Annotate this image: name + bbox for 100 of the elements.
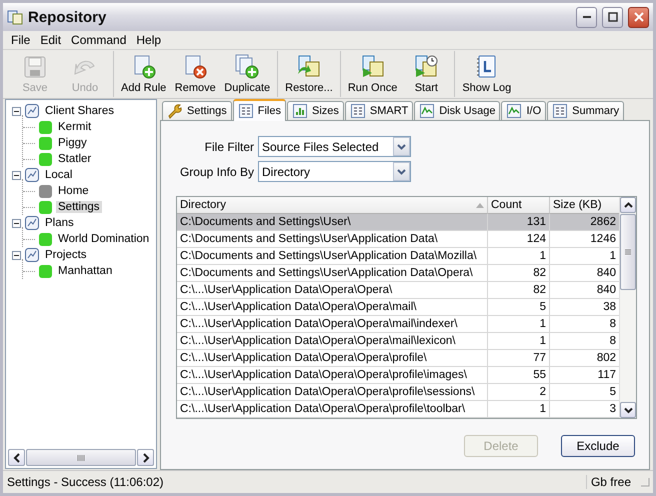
tree-item[interactable]: Settings: [56, 201, 102, 213]
menu-item[interactable]: Help: [131, 32, 166, 48]
maximize-icon: [608, 12, 618, 22]
tree-item[interactable]: World Domination: [56, 233, 152, 245]
table-row[interactable]: C:\...\User\Application Data\Opera\Opera\profile\sessions\ 2 5: [177, 384, 619, 401]
documents-run-icon: [360, 54, 386, 80]
table-row[interactable]: C:\...\User\Application Data\Opera\Opera\mail\lexicon\ 1 8: [177, 333, 619, 350]
table-cell: C:\...\User\Application Data\Opera\Opera\mail\indexer\: [177, 316, 488, 333]
table-cell: 124: [488, 231, 550, 248]
line-chart-icon: [506, 103, 522, 119]
table-cell: 5: [488, 299, 550, 316]
menu-item[interactable]: Edit: [35, 32, 66, 48]
wrench-icon: [167, 103, 183, 119]
status-message: Settings - Success (11:06:02): [7, 475, 165, 489]
table-cell: 2: [488, 384, 550, 401]
close-button[interactable]: [628, 6, 649, 28]
documents-add-icon: [234, 54, 260, 80]
table-cell: C:\Documents and Settings\User\Application Data\Opera\: [177, 265, 488, 282]
table-row[interactable]: C:\...\User\Application Data\Opera\Opera\mail\ 5 38: [177, 299, 619, 316]
tree-item[interactable]: Projects: [43, 249, 89, 261]
table-row[interactable]: C:\...\User\Application Data\Opera\Opera\ 82 840: [177, 282, 619, 299]
table-row[interactable]: C:\Documents and Settings\User\Application Data\Opera\ 82 840: [177, 265, 619, 282]
tree-item[interactable]: Plans: [43, 217, 76, 229]
table-cell: 1: [488, 401, 550, 418]
table-row[interactable]: C:\Documents and Settings\User\Application Data\Mozilla\ 1 1: [177, 248, 619, 265]
tree-item[interactable]: Local: [43, 169, 74, 181]
tab[interactable]: Files: [232, 99, 286, 121]
toolbar-button[interactable]: Remove: [170, 51, 220, 97]
group-icon: [25, 248, 39, 262]
scroll-up-icon: [624, 202, 632, 208]
tree-item[interactable]: Statler: [56, 153, 94, 165]
tree-item[interactable]: Manhattan: [56, 265, 114, 277]
table-row[interactable]: C:\...\User\Application Data\Opera\Opera\profile\images\ 55 117: [177, 367, 619, 384]
tree-item[interactable]: Client Shares: [43, 105, 116, 117]
resize-grip-icon: [639, 476, 651, 488]
minimize-button[interactable]: [576, 6, 597, 28]
table-cell: C:\...\User\Application Data\Opera\Opera\: [177, 282, 488, 299]
table-cell: C:\...\User\Application Data\Opera\Opera\profile\toolbar\: [177, 401, 488, 418]
column-header[interactable]: Size (KB): [550, 197, 620, 214]
group-icon: [25, 104, 39, 118]
table-row[interactable]: C:\...\User\Application Data\Opera\Opera\profile\toolbar\ 1 3: [177, 401, 619, 418]
maximize-button[interactable]: [602, 6, 623, 28]
list-icon: [238, 103, 254, 119]
tree-item[interactable]: Kermit: [56, 121, 94, 133]
tree-item[interactable]: Piggy: [56, 137, 89, 149]
tab[interactable]: Disk Usage: [414, 101, 500, 120]
vertical-scrollbar[interactable]: [619, 197, 636, 418]
table-cell: C:\...\User\Application Data\Opera\Opera\profile\images\: [177, 367, 488, 384]
action-button[interactable]: Exclude: [561, 435, 635, 457]
table-cell: 1: [488, 248, 550, 265]
table-row[interactable]: C:\...\User\Application Data\Opera\Opera\mail\indexer\ 1 8: [177, 316, 619, 333]
scroll-right-icon: [142, 452, 150, 462]
toolbar-button[interactable]: Show Log: [458, 51, 516, 97]
field-label: File Filter: [204, 140, 254, 154]
list-icon: [552, 103, 568, 119]
toolbar-button[interactable]: Restore...: [281, 51, 337, 97]
tab[interactable]: SMART: [344, 101, 414, 120]
tab[interactable]: Sizes: [286, 101, 344, 120]
minimize-icon: [582, 16, 590, 18]
table-row[interactable]: C:\Documents and Settings\User\Application Data\ 124 1246: [177, 231, 619, 248]
bar-chart-icon: [292, 103, 308, 119]
column-header[interactable]: Directory: [177, 197, 488, 214]
grip-icon: [624, 249, 632, 255]
toolbar-button[interactable]: Start: [401, 51, 452, 97]
tree-item[interactable]: Home: [56, 185, 91, 197]
dropdown[interactable]: Source Files Selected: [258, 136, 411, 157]
table-row[interactable]: C:\Documents and Settings\User\ 131 2862: [177, 214, 619, 231]
disk-free-text: Gb free: [586, 475, 635, 489]
app-icon: [7, 9, 23, 25]
horizontal-scrollbar[interactable]: [8, 449, 154, 466]
table-cell: C:\...\User\Application Data\Opera\Opera\profile\sessions\: [177, 384, 488, 401]
table-cell: C:\...\User\Application Data\Opera\Opera\mail\lexicon\: [177, 333, 488, 350]
table-cell: 1: [488, 333, 550, 350]
tab[interactable]: Settings: [162, 101, 232, 120]
column-header[interactable]: Count: [488, 197, 550, 214]
scroll-left-icon: [12, 452, 20, 462]
toolbar-button[interactable]: Duplicate: [220, 51, 274, 97]
table-row[interactable]: C:\...\User\Application Data\Opera\Opera\profile\ 77 802: [177, 350, 619, 367]
close-icon: [634, 12, 644, 22]
tab[interactable]: Summary: [547, 101, 624, 120]
window-title: Repository: [28, 8, 108, 26]
menu-item[interactable]: File: [6, 32, 36, 48]
tab[interactable]: I/O: [501, 101, 546, 120]
table-cell: 2862: [550, 214, 620, 231]
table-cell: C:\...\User\Application Data\Opera\Opera\profile\: [177, 350, 488, 367]
documents-clock-icon: [413, 54, 440, 80]
dropdown[interactable]: Directory: [258, 161, 411, 182]
line-chart-icon: [419, 103, 436, 119]
toolbar-button[interactable]: Add Rule: [117, 51, 170, 97]
table-cell: 77: [488, 350, 550, 367]
group-icon: [25, 216, 39, 230]
table-cell: C:\Documents and Settings\User\Application Data\: [177, 231, 488, 248]
table-cell: 131: [488, 214, 550, 231]
field-label: Group Info By: [178, 164, 254, 178]
menu-item[interactable]: Command: [66, 32, 132, 48]
table-cell: 82: [488, 265, 550, 282]
toolbar-button[interactable]: Run Once: [344, 51, 402, 97]
grip-icon: [77, 454, 85, 462]
table-cell: 82: [488, 282, 550, 299]
group-icon: [25, 168, 39, 182]
